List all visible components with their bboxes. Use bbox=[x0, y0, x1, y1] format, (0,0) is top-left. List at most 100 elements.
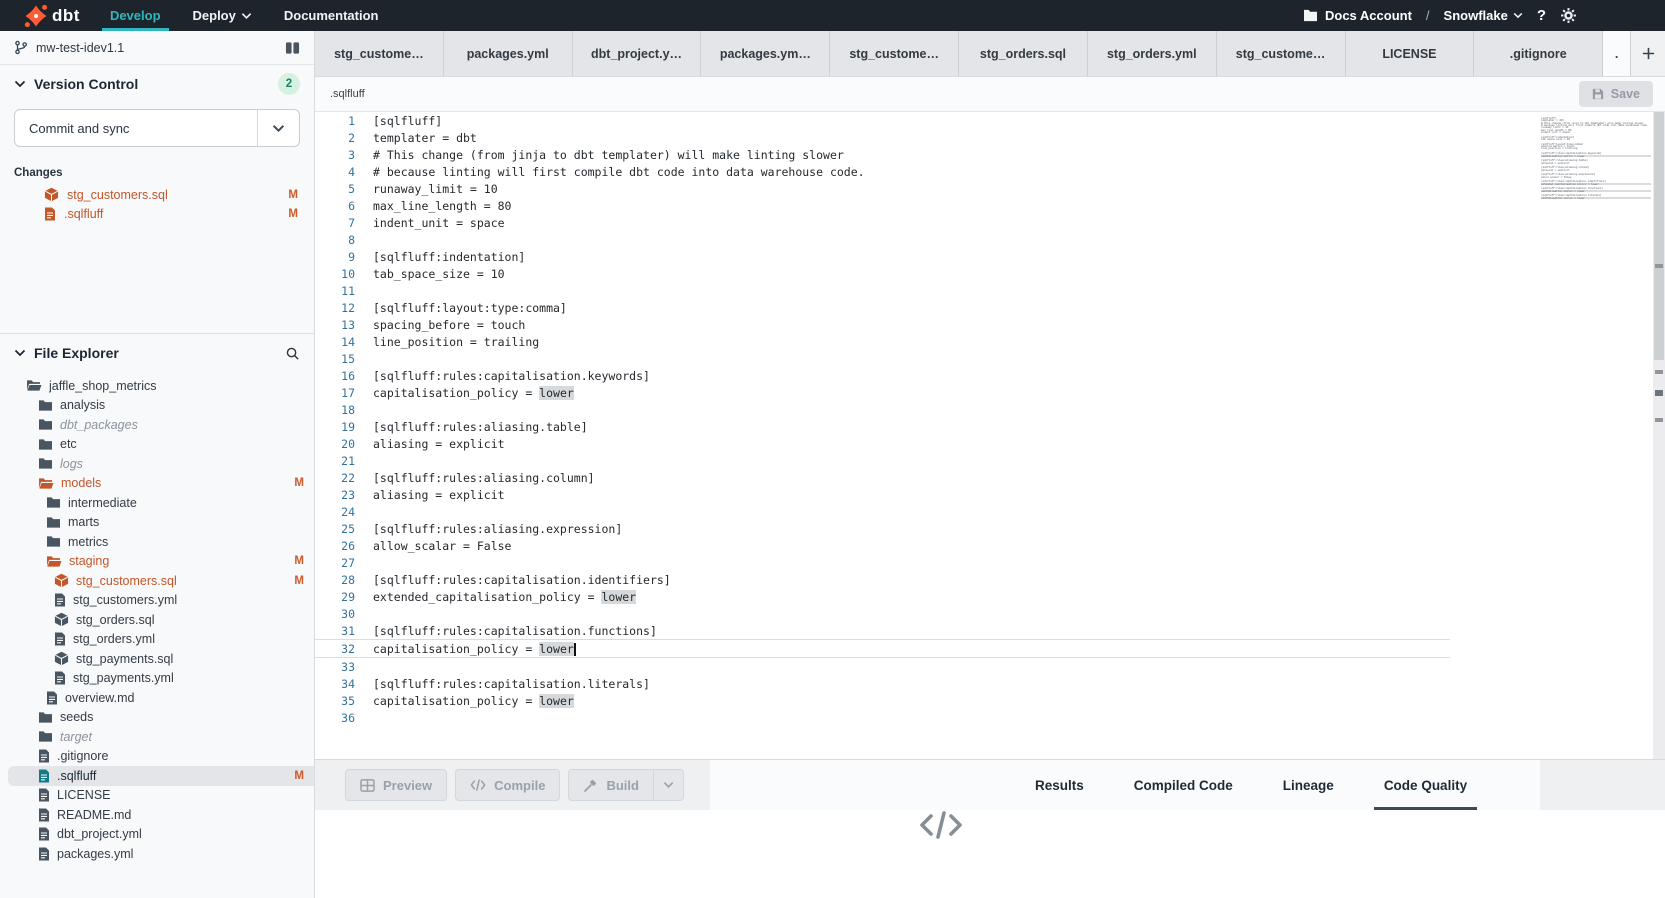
code-line[interactable]: 26allow_scalar = False bbox=[315, 537, 1541, 554]
code-line[interactable]: 21 bbox=[315, 452, 1541, 469]
code-line[interactable]: 17capitalisation_policy = lower bbox=[315, 384, 1541, 401]
code-line[interactable]: 7indent_unit = space bbox=[315, 214, 1541, 231]
changed-file-row[interactable]: .sqlfluffM bbox=[0, 204, 314, 223]
editor-tab[interactable]: .gitignore bbox=[1474, 31, 1603, 76]
bottom-tab-compiled-code[interactable]: Compiled Code bbox=[1124, 760, 1243, 810]
file-tree-item-readme-md[interactable]: README.md bbox=[0, 805, 314, 825]
commit-options-caret[interactable] bbox=[257, 110, 299, 146]
help-icon[interactable]: ? bbox=[1537, 7, 1546, 24]
editor-tab[interactable]: stg_custome… bbox=[1217, 31, 1346, 76]
code-line[interactable]: 19[sqlfluff:rules:aliasing.table] bbox=[315, 418, 1541, 435]
nav-item-deploy[interactable]: Deploy bbox=[177, 0, 268, 31]
file-tree-item-dbt-project-yml[interactable]: dbt_project.yml bbox=[0, 825, 314, 845]
gear-icon[interactable] bbox=[1560, 7, 1577, 24]
changed-file-row[interactable]: stg_customers.sqlM bbox=[0, 185, 314, 204]
bottom-tab-results[interactable]: Results bbox=[1025, 760, 1094, 810]
file-tree-item-metrics[interactable]: metrics bbox=[0, 532, 314, 552]
file-tree-item-staging[interactable]: stagingM bbox=[0, 552, 314, 572]
file-tree-item--sqlfluff[interactable]: .sqlfluffM bbox=[8, 766, 314, 786]
dbt-logo[interactable]: dbt bbox=[0, 4, 94, 28]
code-line[interactable]: 16[sqlfluff:rules:capitalisation.keyword… bbox=[315, 367, 1541, 384]
code-line[interactable]: 22[sqlfluff:rules:aliasing.column] bbox=[315, 469, 1541, 486]
file-tree-item-seeds[interactable]: seeds bbox=[0, 708, 314, 728]
editor-tab[interactable]: dbt_project.y… bbox=[573, 31, 702, 76]
code-line[interactable]: 29extended_capitalisation_policy = lower bbox=[315, 588, 1541, 605]
code-line[interactable]: 12[sqlfluff:layout:type:comma] bbox=[315, 299, 1541, 316]
build-button[interactable]: Build bbox=[568, 769, 684, 801]
file-tree-item-dbt-packages[interactable]: dbt_packages bbox=[0, 415, 314, 435]
code-line[interactable]: 13spacing_before = touch bbox=[315, 316, 1541, 333]
connection-menu[interactable]: Snowflake bbox=[1444, 8, 1523, 23]
file-tree-item-stg-orders-sql[interactable]: stg_orders.sql bbox=[0, 610, 314, 630]
code-line[interactable]: 10tab_space_size = 10 bbox=[315, 265, 1541, 282]
preview-button[interactable]: Preview bbox=[345, 769, 447, 801]
file-tree-item-stg-payments-sql[interactable]: stg_payments.sql bbox=[0, 649, 314, 669]
code-line[interactable]: 28[sqlfluff:rules:capitalisation.identif… bbox=[315, 571, 1541, 588]
version-control-header[interactable]: Version Control 2 bbox=[0, 65, 314, 103]
code-line[interactable]: 33 bbox=[315, 658, 1541, 675]
bottom-tab-code-quality[interactable]: Code Quality bbox=[1374, 760, 1477, 810]
code-line[interactable]: 2templater = dbt bbox=[315, 129, 1541, 146]
file-tree-item-packages-yml[interactable]: packages.yml bbox=[0, 844, 314, 864]
file-tree-item--gitignore[interactable]: .gitignore bbox=[0, 747, 314, 767]
code-line[interactable]: 4# because linting will first compile db… bbox=[315, 163, 1541, 180]
file-tree-item-etc[interactable]: etc bbox=[0, 435, 314, 455]
code-line[interactable]: 6max_line_length = 80 bbox=[315, 197, 1541, 214]
editor-tab[interactable]: packages.ym… bbox=[701, 31, 830, 76]
code-line[interactable]: 5runaway_limit = 10 bbox=[315, 180, 1541, 197]
file-tree-item-stg-orders-yml[interactable]: stg_orders.yml bbox=[0, 630, 314, 650]
editor-tab[interactable]: stg_custome… bbox=[830, 31, 959, 76]
code-line[interactable]: 25[sqlfluff:rules:aliasing.expression] bbox=[315, 520, 1541, 537]
code-line[interactable]: 32capitalisation_policy = lower bbox=[315, 639, 1450, 658]
scrollbar-thumb[interactable] bbox=[1654, 112, 1664, 360]
code-line[interactable]: 15 bbox=[315, 350, 1541, 367]
code-line[interactable]: 20aliasing = explicit bbox=[315, 435, 1541, 452]
file-tree-item-overview-md[interactable]: overview.md bbox=[0, 688, 314, 708]
minimap[interactable]: [sqlfluff]templater = dbt# This change (… bbox=[1541, 117, 1651, 201]
file-tree-item-stg-payments-yml[interactable]: stg_payments.yml bbox=[0, 669, 314, 689]
code-line[interactable]: 9[sqlfluff:indentation] bbox=[315, 248, 1541, 265]
file-tree-item-logs[interactable]: logs bbox=[0, 454, 314, 474]
nav-item-documentation[interactable]: Documentation bbox=[268, 0, 395, 31]
code-line[interactable]: 27 bbox=[315, 554, 1541, 571]
git-branch-row[interactable]: mw-test-idev1.1 bbox=[0, 31, 314, 65]
account-menu[interactable]: Docs Account bbox=[1303, 8, 1412, 23]
code-line[interactable]: 18 bbox=[315, 401, 1541, 418]
editor-scrollbar[interactable] bbox=[1653, 112, 1665, 760]
new-tab-button[interactable] bbox=[1631, 31, 1665, 76]
editor-tab-overflow[interactable]: . bbox=[1603, 31, 1631, 76]
editor-tab[interactable]: stg_custome… bbox=[315, 31, 444, 76]
code-line[interactable]: 23aliasing = explicit bbox=[315, 486, 1541, 503]
code-line[interactable]: 31[sqlfluff:rules:capitalisation.functio… bbox=[315, 622, 1541, 639]
file-tree-item-stg-customers-sql[interactable]: stg_customers.sqlM bbox=[0, 571, 314, 591]
compile-button[interactable]: Compile bbox=[455, 769, 560, 801]
code-line[interactable]: 11 bbox=[315, 282, 1541, 299]
editor-tab[interactable]: packages.yml bbox=[444, 31, 573, 76]
file-tree-item-stg-customers-yml[interactable]: stg_customers.yml bbox=[0, 591, 314, 611]
code-editor[interactable]: 1[sqlfluff]2templater = dbt3# This chang… bbox=[315, 112, 1665, 760]
file-tree-item-intermediate[interactable]: intermediate bbox=[0, 493, 314, 513]
file-tree-item-marts[interactable]: marts bbox=[0, 513, 314, 533]
code-line[interactable]: 8 bbox=[315, 231, 1541, 248]
search-icon[interactable] bbox=[285, 346, 300, 361]
file-tree-item-analysis[interactable]: analysis bbox=[0, 396, 314, 416]
file-tree-item-jaffle-shop-metrics[interactable]: jaffle_shop_metrics bbox=[0, 376, 314, 396]
code-line[interactable]: 36 bbox=[315, 709, 1541, 726]
file-explorer-header[interactable]: File Explorer bbox=[0, 334, 314, 372]
build-options-caret[interactable] bbox=[653, 770, 683, 800]
code-line[interactable]: 35capitalisation_policy = lower bbox=[315, 692, 1541, 709]
file-tree-item-license[interactable]: LICENSE bbox=[0, 786, 314, 806]
file-tree-item-models[interactable]: modelsM bbox=[0, 474, 314, 494]
code-line[interactable]: 30 bbox=[315, 605, 1541, 622]
editor-tab[interactable]: stg_orders.sql bbox=[959, 31, 1088, 76]
code-line[interactable]: 34[sqlfluff:rules:capitalisation.literal… bbox=[315, 675, 1541, 692]
code-line[interactable]: 1[sqlfluff] bbox=[315, 112, 1541, 129]
code-line[interactable]: 14line_position = trailing bbox=[315, 333, 1541, 350]
commit-and-sync-button[interactable]: Commit and sync bbox=[14, 109, 300, 147]
code-line[interactable]: 3# This change (from jinja to dbt templa… bbox=[315, 146, 1541, 163]
code-line[interactable]: 24 bbox=[315, 503, 1541, 520]
editor-tab[interactable]: stg_orders.yml bbox=[1088, 31, 1217, 76]
file-tree-item-target[interactable]: target bbox=[0, 727, 314, 747]
editor-tab[interactable]: LICENSE bbox=[1346, 31, 1475, 76]
bottom-tab-lineage[interactable]: Lineage bbox=[1273, 760, 1344, 810]
